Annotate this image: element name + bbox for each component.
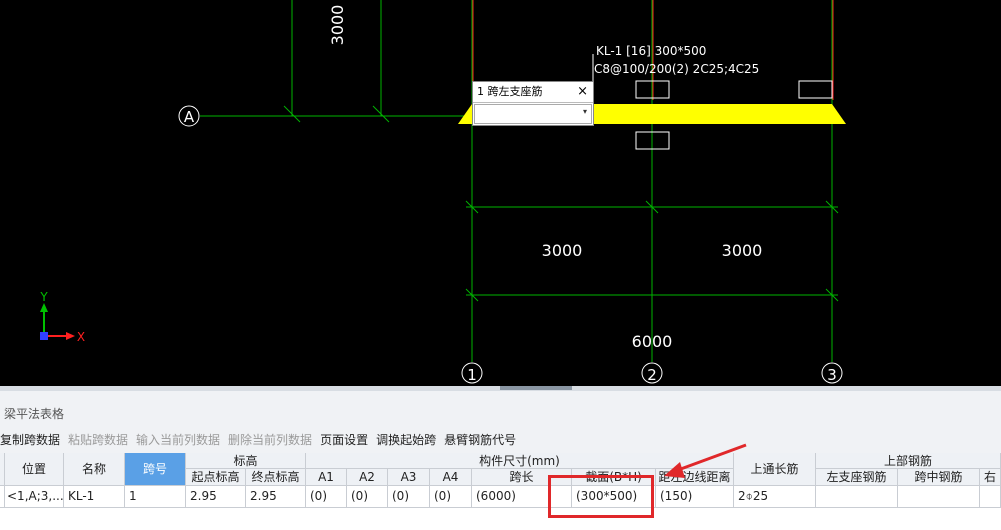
dim-span2-label: 3000 xyxy=(722,241,763,260)
col-header-left-support[interactable]: 左支座钢筋 xyxy=(816,469,898,486)
left-support-rebar-input[interactable]: ▾ xyxy=(474,104,592,124)
cell-a3[interactable]: (0) xyxy=(388,486,430,508)
toolbar-cantilever-code[interactable]: 悬臂钢筋代号 xyxy=(444,433,516,447)
cad-drawing-canvas[interactable]: A 1 2 3 3000 3000 3000 6000 KL-1 [16] 30… xyxy=(0,0,1001,386)
cell-name[interactable]: KL-1 xyxy=(64,486,125,508)
cell-elev-start[interactable]: 2.95 xyxy=(186,486,246,508)
beam-data-grid: 位置 名称 跨号 标高 起点标高 终点标高 构件尺寸(mm) A1 A2 A3 … xyxy=(0,453,1001,530)
col-group-size: 构件尺寸(mm) xyxy=(306,453,734,469)
col-header-span-no[interactable]: 跨号 xyxy=(125,453,186,486)
col-header-top-long-bar[interactable]: 上通长筋 xyxy=(734,453,816,486)
cell-elev-end[interactable]: 2.95 xyxy=(246,486,306,508)
splitter-grip[interactable] xyxy=(500,386,572,390)
cell-top-long-bar[interactable]: 2⌽25 xyxy=(734,486,816,508)
cell-span-no[interactable]: 1 xyxy=(125,486,186,508)
cell-mid-span[interactable] xyxy=(898,486,980,508)
col-header-a2[interactable]: A2 xyxy=(347,469,388,486)
toolbar-swap-start-span[interactable]: 调换起始跨 xyxy=(376,433,436,447)
cell-position[interactable]: <1,A;3,... xyxy=(5,486,64,508)
axis-3-label: 3 xyxy=(827,366,837,384)
ucs-x-label: X xyxy=(77,330,85,344)
col-header-elev-end[interactable]: 终点标高 xyxy=(246,469,306,486)
beam-label-line2: C8@100/200(2) 2C25;4C25 xyxy=(594,62,759,76)
dim-vertical-label: 3000 xyxy=(328,5,347,46)
col-group-top-rebar: 上部钢筋 xyxy=(816,453,1001,469)
axis-a-label: A xyxy=(184,108,195,126)
dim-span1-label: 3000 xyxy=(542,241,583,260)
cell-a1[interactable]: (0) xyxy=(306,486,347,508)
cell-a2[interactable]: (0) xyxy=(347,486,388,508)
panel-toolbar: 复制跨数据 粘贴跨数据 输入当前列数据 删除当前列数据 页面设置 调换起始跨 悬臂钢筋代号 xyxy=(0,431,524,447)
col-header-offset[interactable]: 距左边线距离 xyxy=(656,469,734,486)
toolbar-copy-span-data[interactable]: 复制跨数据 xyxy=(0,433,60,447)
toolbar-delete-column-data[interactable]: 删除当前列数据 xyxy=(228,433,312,447)
popup-title: 1 跨左支座筋 xyxy=(477,85,543,98)
cell-left-support[interactable] xyxy=(816,486,898,508)
dim-total-label: 6000 xyxy=(632,332,673,351)
cad-drawing-svg[interactable]: A 1 2 3 3000 3000 3000 6000 KL-1 [16] 30… xyxy=(0,0,1001,386)
close-icon[interactable]: × xyxy=(577,82,588,102)
beam-label-line1: KL-1 [16] 300*500 xyxy=(596,44,706,58)
toolbar-page-setup[interactable]: 页面设置 xyxy=(320,433,368,447)
toolbar-paste-span-data[interactable]: 粘贴跨数据 xyxy=(68,433,128,447)
col-header-position[interactable]: 位置 xyxy=(5,453,64,486)
col-header-right-support[interactable]: 右 xyxy=(980,469,1001,486)
panel-title: 梁平法表格 xyxy=(4,407,65,421)
cell-right-support[interactable] xyxy=(980,486,1001,508)
axis-2-label: 2 xyxy=(647,366,657,384)
col-header-elev-start[interactable]: 起点标高 xyxy=(186,469,246,486)
beam-table-panel: 梁平法表格 复制跨数据 粘贴跨数据 输入当前列数据 删除当前列数据 页面设置 调换起始跨悬… xyxy=(0,391,1001,530)
col-header-mid-span[interactable]: 跨中钢筋 xyxy=(898,469,980,486)
section-cell-highlight-box xyxy=(548,475,654,518)
col-header-a1[interactable]: A1 xyxy=(306,469,347,486)
col-header-a3[interactable]: A3 xyxy=(388,469,430,486)
popup-title-bar: 1 跨左支座筋 × xyxy=(473,82,593,103)
rebar-input-popup[interactable]: 1 跨左支座筋 × ▾ xyxy=(472,81,594,126)
col-header-a4[interactable]: A4 xyxy=(430,469,472,486)
col-header-name[interactable]: 名称 xyxy=(64,453,125,486)
axis-1-label: 1 xyxy=(467,366,477,384)
dropdown-arrow-icon[interactable]: ▾ xyxy=(583,107,587,116)
ucs-y-label: Y xyxy=(39,290,48,304)
cell-offset[interactable]: (150) xyxy=(656,486,734,508)
toolbar-input-column-data[interactable]: 输入当前列数据 xyxy=(136,433,220,447)
col-group-elevation: 标高 xyxy=(186,453,306,469)
cell-a4[interactable]: (0) xyxy=(430,486,472,508)
